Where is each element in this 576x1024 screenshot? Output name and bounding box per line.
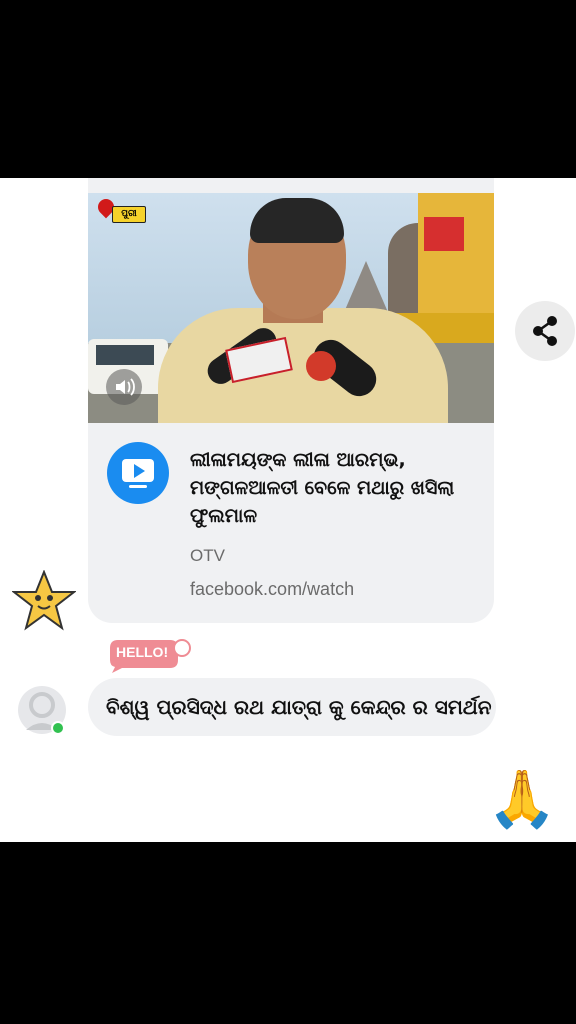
microphone-cap [306,351,336,381]
chat-screen: ପୁରୀ ଲୀଳାମୟଙ୍କ ଲୀଳା ଆରମ୍ଭ, ମଙ୍ଗଳଆଳତୀ ବେଳ… [0,178,576,842]
share-button[interactable] [515,301,575,361]
channel-logo-block [424,217,464,251]
post-source: OTV [190,546,225,565]
play-triangle [134,464,145,478]
speaker-icon[interactable] [106,369,142,405]
play-stand [129,485,147,488]
comment-bubble[interactable]: ବିଶ୍ୱ ପ୍ରସିଦ୍ଧ ରଥ ଯାତ୍ରା କୁ କେନ୍ଦ୍ର ର ସମ… [88,678,496,736]
hello-sticker-icon: HELLO! [108,638,192,674]
star-sticker-icon [12,570,76,631]
video-thumbnail[interactable]: ପୁରୀ [88,193,494,423]
pray-emoji-icon: 🙏 [487,767,557,832]
person-hair [250,198,344,243]
location-label: ପୁରୀ [112,206,146,223]
post-title[interactable]: ଲୀଳାମୟଙ୍କ ଲୀଳା ଆରମ୍ଭ, ମଙ୍ଗଳଆଳତୀ ବେଳେ ମଥା… [190,446,480,530]
hello-text: HELLO! [116,644,169,660]
share-icon [533,316,557,346]
post-url[interactable]: facebook.com/watch [190,579,354,600]
location-tag: ପୁରୀ [94,195,146,223]
shared-video-card[interactable]: ପୁରୀ ଲୀଳାମୟଙ୍କ ଲୀଳା ଆରମ୍ଭ, ମଙ୍ଗଳଆଳତୀ ବେଳ… [88,178,494,623]
comment-text: ବିଶ୍ୱ ପ୍ରସିଦ୍ଧ ରଥ ଯାତ୍ରା କୁ କେନ୍ଦ୍ର ର ସମ… [106,695,492,719]
online-status-dot [51,721,65,735]
person-body [158,308,448,423]
jeep-window [96,345,154,365]
video-play-icon[interactable] [107,442,169,504]
